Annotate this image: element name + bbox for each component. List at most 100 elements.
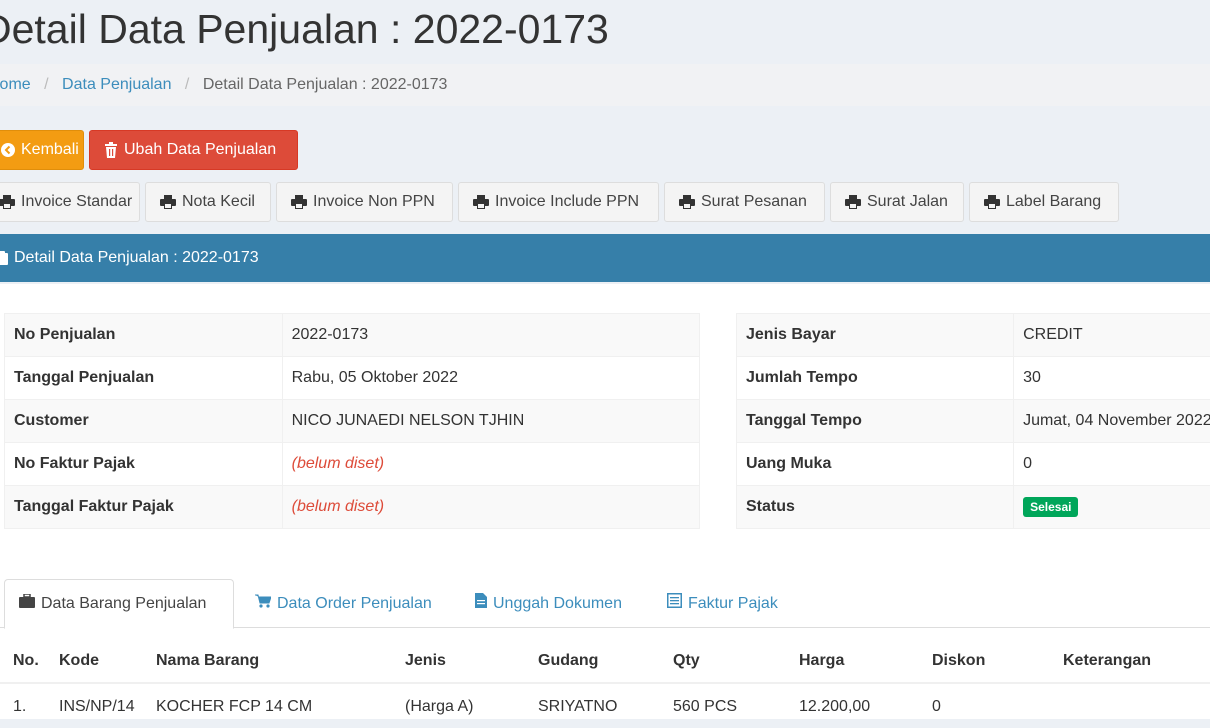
table-cell: 560 PCS bbox=[673, 686, 737, 728]
table-cell: 12.200,00 bbox=[799, 686, 870, 728]
detail-box-title: Detail Data Penjualan : 2022-0173 bbox=[14, 234, 259, 282]
arrow-circle-left-icon bbox=[1, 143, 15, 157]
column-header: Harga bbox=[799, 640, 844, 682]
table-cell: INS/NP/14 bbox=[59, 686, 135, 728]
print-invoice-standar-button[interactable]: Invoice Standar bbox=[0, 182, 140, 222]
print-nota-kecil-button[interactable]: Nota Kecil bbox=[145, 182, 271, 222]
print-button-label: Label Barang bbox=[1006, 183, 1101, 221]
table-row: 1. INS/NP/14 KOCHER FCP 14 CM (Harga A) SRIY… bbox=[0, 684, 1210, 728]
breadcrumb-sales-link[interactable]: Data Penjualan bbox=[62, 76, 171, 93]
edit-sale-button-label: Ubah Data Penjualan bbox=[124, 131, 276, 169]
column-header: Qty bbox=[673, 640, 700, 682]
print-button-label: Invoice Standar bbox=[21, 183, 132, 221]
briefcase-icon bbox=[19, 580, 35, 628]
tab-data-order-penjualan[interactable]: Data Order Penjualan bbox=[241, 579, 451, 628]
column-header: Kode bbox=[59, 640, 99, 682]
tanggal-penjualan-label: Tanggal Penjualan bbox=[14, 369, 154, 386]
print-invoice-non-ppn-button[interactable]: Invoice Non PPN bbox=[276, 182, 453, 222]
customer-label: Customer bbox=[14, 412, 89, 429]
page-title: Detail Data Penjualan : 2022-0173 bbox=[0, 4, 609, 54]
printer-icon bbox=[679, 195, 695, 209]
tanggal-faktur-pajak-label: Tanggal Faktur Pajak bbox=[14, 498, 174, 515]
tanggal-faktur-pajak-value: (belum diset) bbox=[292, 498, 384, 515]
table-cell: (Harga A) bbox=[405, 686, 473, 728]
jumlah-tempo-value: 30 bbox=[1023, 369, 1041, 386]
back-button-label: Kembali bbox=[21, 131, 79, 169]
uang-muka-label: Uang Muka bbox=[746, 455, 831, 472]
jumlah-tempo-label: Jumlah Tempo bbox=[746, 369, 858, 386]
customer-value: NICO JUNAEDI NELSON TJHIN bbox=[292, 412, 525, 429]
column-header: Jenis bbox=[405, 640, 446, 682]
info-row: No Penjualan 2022-0173 bbox=[5, 314, 700, 357]
printer-icon bbox=[160, 195, 176, 209]
info-row: Customer NICO JUNAEDI NELSON TJHIN bbox=[5, 400, 700, 443]
table-cell: 0 bbox=[932, 686, 941, 728]
cart-icon bbox=[255, 580, 271, 628]
tanggal-penjualan-value: Rabu, 05 Oktober 2022 bbox=[292, 369, 458, 386]
breadcrumb-home-link[interactable]: Home bbox=[0, 76, 31, 93]
printer-icon bbox=[0, 195, 15, 209]
status-badge: Selesai bbox=[1023, 497, 1078, 517]
file-icon bbox=[475, 580, 487, 628]
print-button-label: Nota Kecil bbox=[182, 183, 255, 221]
status-label: Status bbox=[746, 498, 795, 515]
sale-info-left-table: No Penjualan 2022-0173 Tanggal Penjualan Ra… bbox=[4, 313, 700, 529]
breadcrumb-current: Detail Data Penjualan : 2022-0173 bbox=[203, 76, 448, 93]
tab-data-barang-penjualan[interactable]: Data Barang Penjualan bbox=[4, 579, 234, 629]
column-header: Gudang bbox=[538, 640, 598, 682]
clipboard-icon bbox=[0, 251, 8, 265]
tab-label: Unggah Dokumen bbox=[493, 580, 622, 628]
tanggal-tempo-value: Jumat, 04 November 2022 bbox=[1023, 412, 1210, 429]
breadcrumb-separator: / bbox=[44, 76, 48, 93]
print-button-label: Surat Jalan bbox=[867, 183, 948, 221]
info-row: Jenis Bayar CREDIT bbox=[737, 314, 1210, 357]
table-cell: KOCHER FCP 14 CM bbox=[156, 686, 312, 728]
print-invoice-include-ppn-button[interactable]: Invoice Include PPN bbox=[458, 182, 659, 222]
items-table: No. Kode Nama Barang Jenis Gudang Qty Harga Dis… bbox=[0, 640, 1210, 728]
printer-icon bbox=[473, 195, 489, 209]
sale-info-right-table: Jenis Bayar CREDIT Jumlah Tempo 30 Tanggal T… bbox=[736, 313, 1210, 529]
table-header-row: No. Kode Nama Barang Jenis Gudang Qty Harga Dis… bbox=[0, 640, 1210, 684]
info-row: No Faktur Pajak (belum diset) bbox=[5, 443, 700, 486]
table-cell: SRIYATNO bbox=[538, 686, 617, 728]
no-penjualan-value: 2022-0173 bbox=[292, 326, 369, 343]
no-faktur-pajak-value: (belum diset) bbox=[292, 455, 384, 472]
printer-icon bbox=[845, 195, 861, 209]
tab-unggah-dokumen[interactable]: Unggah Dokumen bbox=[461, 579, 641, 628]
breadcrumb-separator: / bbox=[185, 76, 189, 93]
uang-muka-value: 0 bbox=[1023, 455, 1032, 472]
trash-icon bbox=[104, 142, 118, 158]
table-cell: 1. bbox=[13, 686, 26, 728]
info-row: Tanggal Faktur Pajak (belum diset) bbox=[5, 486, 700, 529]
print-surat-pesanan-button[interactable]: Surat Pesanan bbox=[664, 182, 825, 222]
print-surat-jalan-button[interactable]: Surat Jalan bbox=[830, 182, 964, 222]
column-header: Nama Barang bbox=[156, 640, 259, 682]
info-row: Uang Muka 0 bbox=[737, 443, 1210, 486]
jenis-bayar-value: CREDIT bbox=[1023, 326, 1083, 343]
tanggal-tempo-label: Tanggal Tempo bbox=[746, 412, 862, 429]
detail-box-header: Detail Data Penjualan : 2022-0173 bbox=[0, 234, 1210, 282]
tab-label: Faktur Pajak bbox=[688, 580, 778, 628]
no-faktur-pajak-label: No Faktur Pajak bbox=[14, 455, 135, 472]
print-label-barang-button[interactable]: Label Barang bbox=[969, 182, 1119, 222]
column-header: No. bbox=[13, 640, 39, 682]
edit-sale-button[interactable]: Ubah Data Penjualan bbox=[89, 130, 298, 170]
print-button-label: Surat Pesanan bbox=[701, 183, 807, 221]
tab-faktur-pajak[interactable]: Faktur Pajak bbox=[653, 579, 795, 628]
info-row: Jumlah Tempo 30 bbox=[737, 357, 1210, 400]
back-button[interactable]: Kembali bbox=[0, 130, 84, 170]
tab-label: Data Order Penjualan bbox=[277, 580, 432, 628]
detail-tabs: Data Barang Penjualan Data Order Penjuala… bbox=[0, 579, 1210, 628]
column-header: Keterangan bbox=[1063, 640, 1151, 682]
breadcrumb: Home / Data Penjualan / Detail Data Penj… bbox=[0, 64, 1210, 106]
list-icon bbox=[667, 580, 682, 628]
tab-label: Data Barang Penjualan bbox=[41, 580, 206, 628]
printer-icon bbox=[984, 195, 1000, 209]
no-penjualan-label: No Penjualan bbox=[14, 326, 115, 343]
info-row: Tanggal Penjualan Rabu, 05 Oktober 2022 bbox=[5, 357, 700, 400]
column-header: Diskon bbox=[932, 640, 985, 682]
jenis-bayar-label: Jenis Bayar bbox=[746, 326, 836, 343]
printer-icon bbox=[291, 195, 307, 209]
print-button-label: Invoice Non PPN bbox=[313, 183, 435, 221]
info-row: Tanggal Tempo Jumat, 04 November 2022 bbox=[737, 400, 1210, 443]
